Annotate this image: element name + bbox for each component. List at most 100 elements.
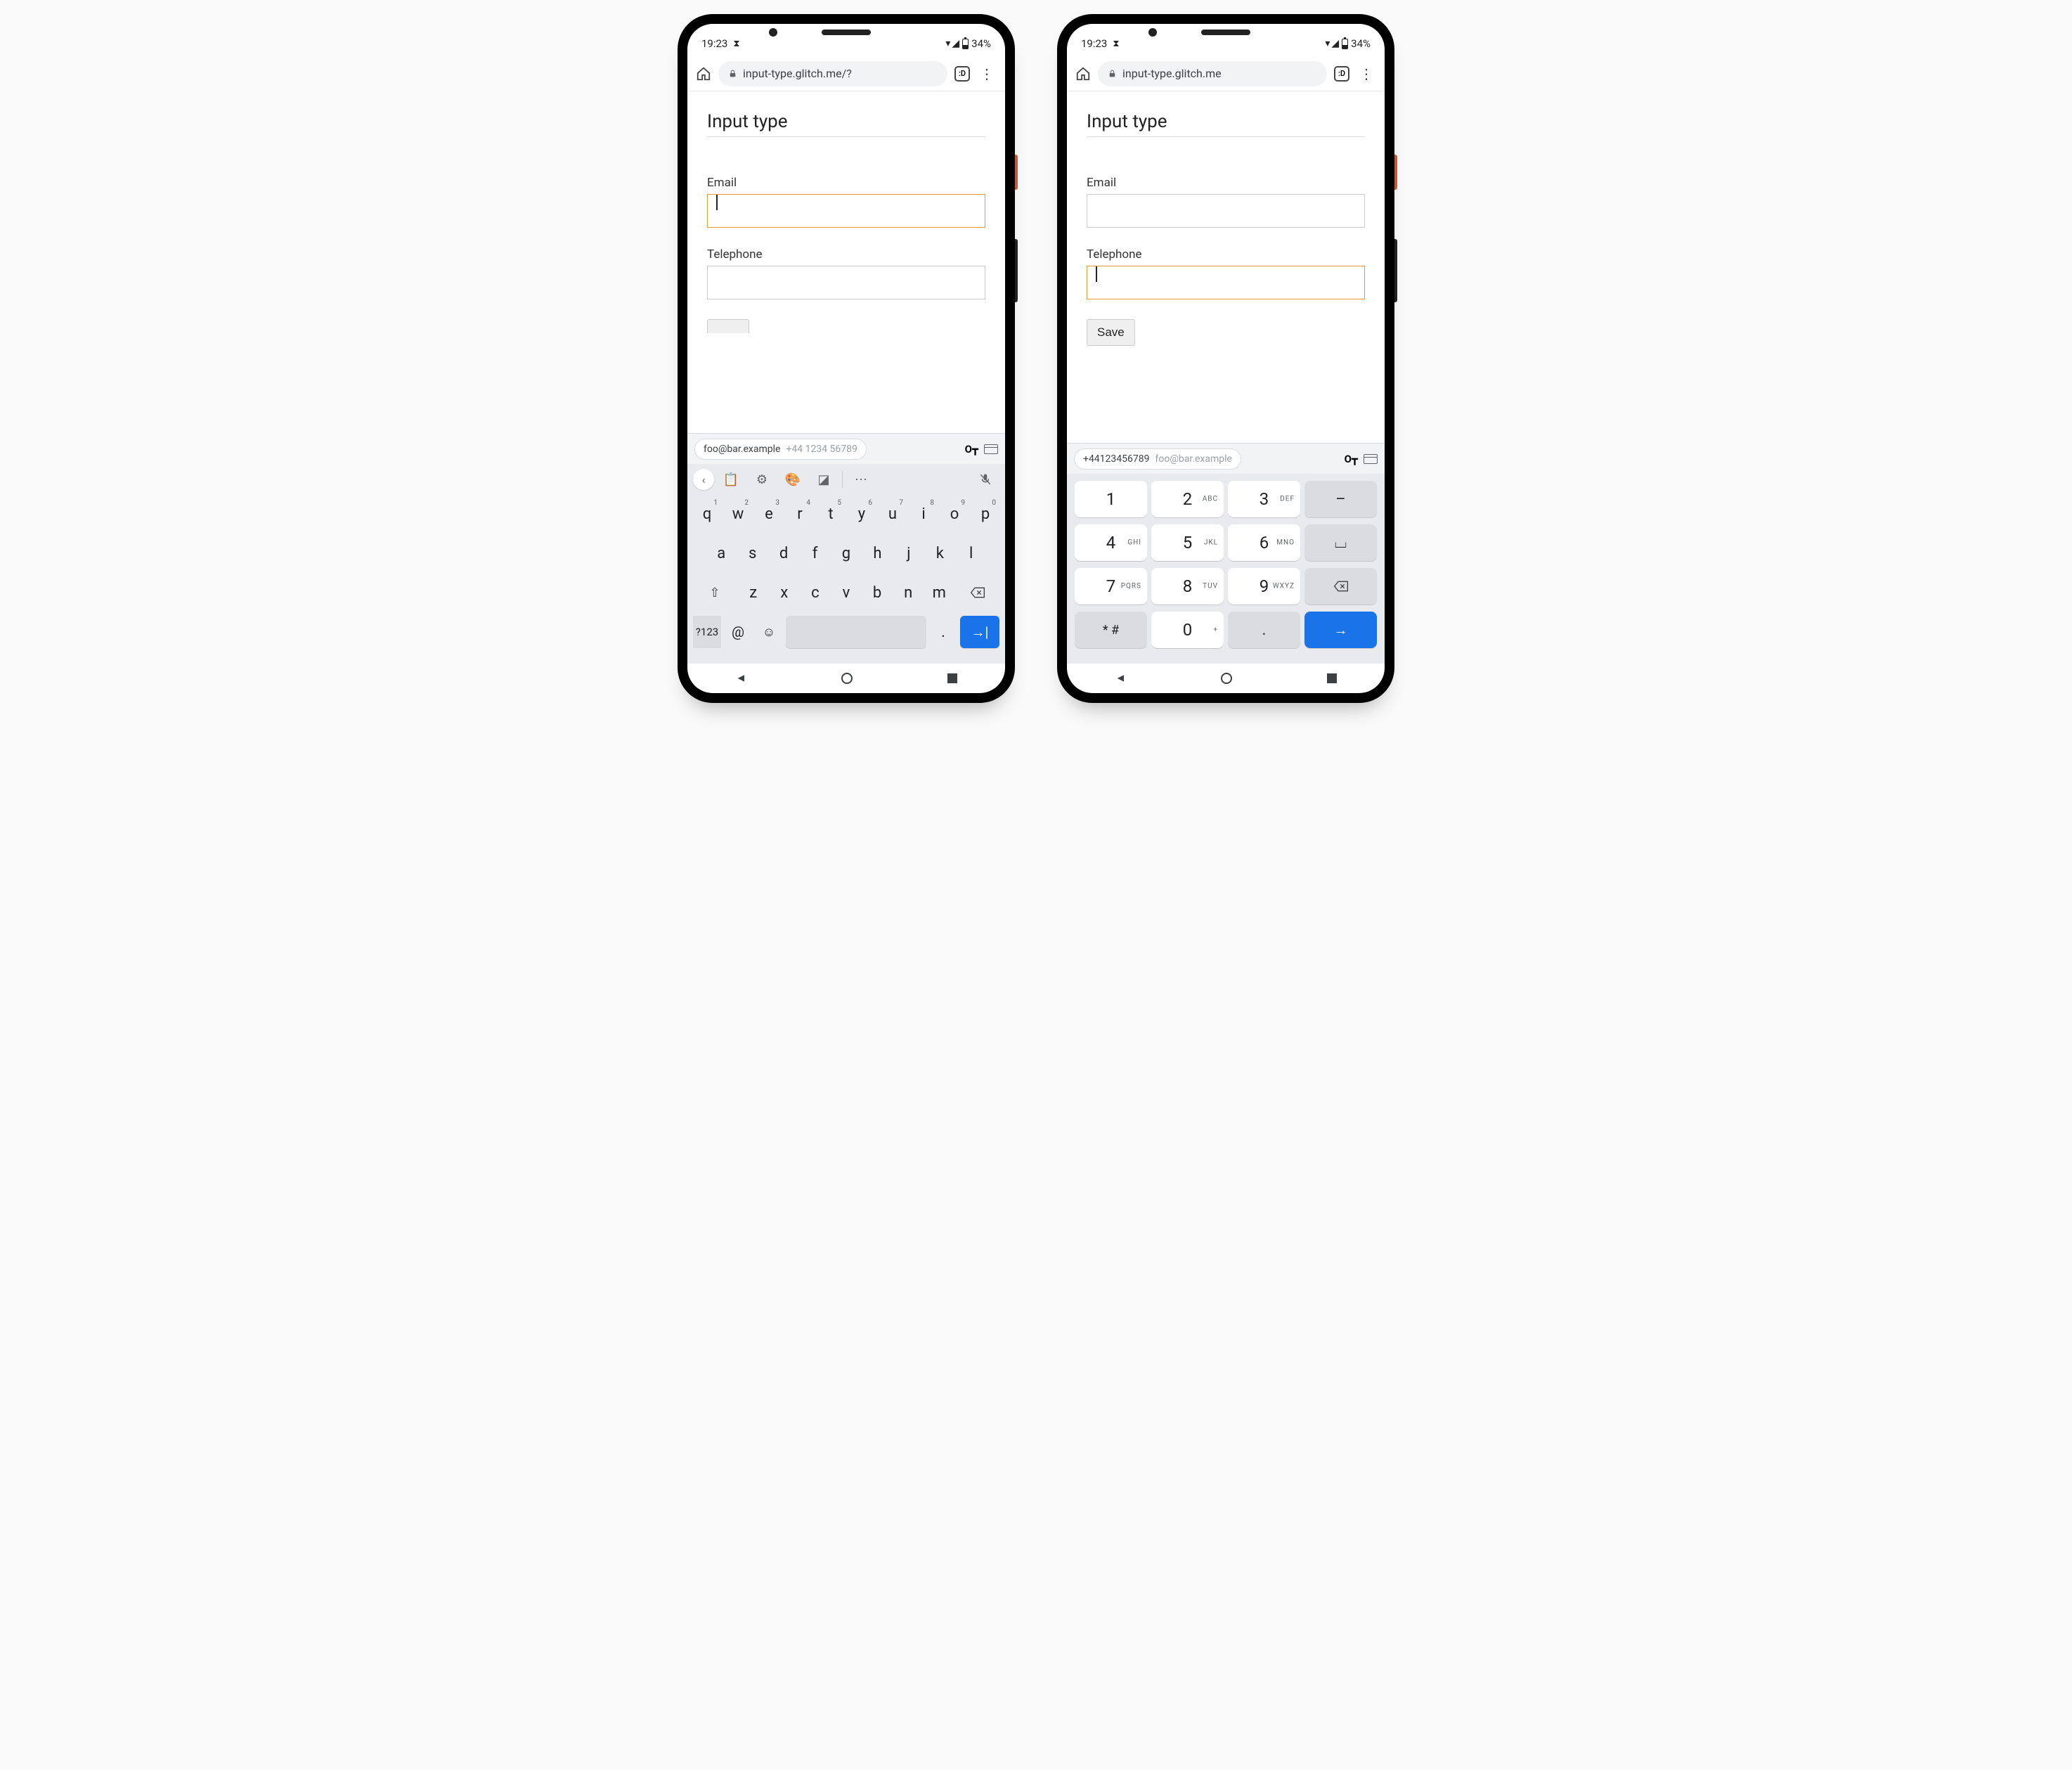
wifi-icon: ▾ [945,38,950,49]
key-v[interactable]: v [832,576,860,609]
email-field[interactable] [707,194,985,228]
key-row-4: ?123 @ ☺ . →| [692,616,1001,648]
key-q[interactable]: q1 [693,498,721,530]
key-u[interactable]: u7 [879,498,907,530]
battery-icon [962,39,969,49]
chevron-left-icon[interactable]: ‹ [693,469,714,490]
key-d[interactable]: d [770,537,798,569]
at-key[interactable]: @ [724,616,752,648]
home-icon[interactable] [696,66,711,82]
hourglass-icon: ⧗ [733,39,739,49]
key-k[interactable]: k [926,537,954,569]
key-s[interactable]: s [738,537,766,569]
autofill-suggestion[interactable]: +44123456789 foo@bar.example [1074,448,1241,470]
symbols-key[interactable]: ?123 [693,616,721,648]
key-w[interactable]: w2 [724,498,752,530]
nav-home-icon[interactable] [841,673,853,684]
key-z[interactable]: z [739,576,768,609]
autofill-suggestion[interactable]: foo@bar.example +44 1234 56789 [694,439,867,460]
lock-icon [728,69,737,78]
key-3[interactable]: 3DEF [1228,481,1300,517]
payment-card-icon[interactable] [984,444,998,454]
tab-switcher[interactable]: :D [954,66,970,82]
emoji-key[interactable]: ☺ [755,616,783,648]
save-button-partial[interactable] [707,319,749,333]
enter-key[interactable]: → [1304,612,1377,648]
key-l[interactable]: l [957,537,985,569]
password-key-icon[interactable]: O┳ [965,443,978,456]
key-9[interactable]: 9WXYZ [1228,568,1300,605]
key-h[interactable]: h [863,537,891,569]
period-key[interactable]: . [929,616,957,648]
key-7[interactable]: 7PQRS [1075,568,1147,605]
gear-icon[interactable]: ⚙ [748,465,776,493]
front-camera [769,28,777,37]
mic-off-icon[interactable] [971,465,999,493]
key-5[interactable]: 5JKL [1151,524,1224,561]
key-8[interactable]: 8TUV [1151,568,1224,605]
key-space[interactable]: ⌴ [1304,524,1377,561]
key-n[interactable]: n [894,576,922,609]
save-button[interactable]: Save [1087,319,1135,346]
speaker-grille [1201,30,1250,35]
key-c[interactable]: c [801,576,829,609]
autofill-strip: +44123456789 foo@bar.example O┳ [1067,443,1385,474]
key-j[interactable]: j [895,537,923,569]
key-g[interactable]: g [832,537,860,569]
key-e[interactable]: e3 [755,498,783,530]
sticker-icon[interactable]: ◪ [810,465,838,493]
telephone-field[interactable] [707,266,985,299]
key-6[interactable]: 6MNO [1228,524,1300,561]
key-f[interactable]: f [801,537,829,569]
telephone-field[interactable] [1087,266,1365,299]
key-2[interactable]: 2ABC [1151,481,1224,517]
shift-key[interactable]: ⇧ [693,576,737,609]
key-m[interactable]: m [925,576,953,609]
key-dash[interactable]: – [1304,481,1377,517]
email-field[interactable] [1087,194,1365,228]
nav-back-icon[interactable]: ▲ [734,673,748,684]
key-y[interactable]: y6 [848,498,876,530]
key-x[interactable]: x [770,576,798,609]
address-bar[interactable]: input-type.glitch.me/? [718,61,947,86]
key-a[interactable]: a [707,537,735,569]
enter-key[interactable]: →| [960,616,999,648]
key-p[interactable]: p0 [971,498,999,530]
url-text: input-type.glitch.me [1122,67,1317,80]
front-camera [1148,28,1157,37]
key-o[interactable]: o9 [940,498,969,530]
nav-recent-icon[interactable] [947,673,957,683]
key-b[interactable]: b [863,576,891,609]
space-key[interactable] [786,616,926,648]
password-key-icon[interactable]: O┳ [1345,453,1358,465]
address-bar[interactable]: input-type.glitch.me [1098,61,1327,86]
numeric-keypad: 1 2ABC 3DEF – 4GHI 5JKL 6MNO ⌴ 7PQRS 8TU… [1067,474,1385,664]
cell-signal-icon: ◢ [1331,38,1339,49]
telephone-label: Telephone [707,247,985,261]
key-0[interactable]: 0+ [1151,612,1224,648]
backspace-key[interactable] [956,576,999,609]
home-icon[interactable] [1075,66,1091,82]
overflow-menu-icon[interactable]: ⋮ [977,65,997,82]
key-r[interactable]: r4 [786,498,814,530]
payment-card-icon[interactable] [1364,454,1378,464]
key-4[interactable]: 4GHI [1075,524,1147,561]
overflow-menu-icon[interactable]: ⋮ [1356,65,1376,82]
nav-back-icon[interactable]: ▲ [1113,673,1127,684]
hourglass-icon: ⧗ [1113,39,1119,49]
key-t[interactable]: t5 [817,498,845,530]
page-title: Input type [707,111,985,137]
palette-icon[interactable]: 🎨 [779,465,807,493]
key-i[interactable]: i8 [909,498,938,530]
key-dot[interactable]: . [1228,612,1300,648]
nav-home-icon[interactable] [1221,673,1232,684]
clipboard-icon[interactable]: 📋 [717,465,745,493]
key-star-hash[interactable]: * # [1075,612,1147,648]
backspace-key[interactable] [1304,568,1377,605]
more-icon[interactable]: ⋯ [847,465,875,493]
screen-right: 19:23 ⧗ ▾ ◢ 34% input-type.glitch.me [1067,24,1385,693]
nav-recent-icon[interactable] [1327,673,1337,683]
tab-switcher[interactable]: :D [1334,66,1349,82]
key-1[interactable]: 1 [1075,481,1147,517]
key-row-2: asdfghjkl [692,537,1001,569]
